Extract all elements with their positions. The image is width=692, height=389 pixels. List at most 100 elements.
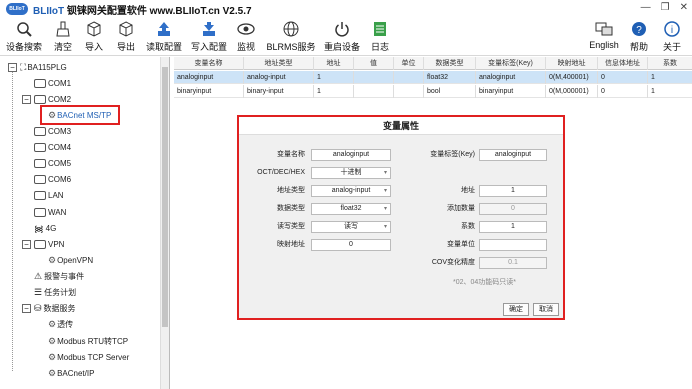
tree-scrollbar[interactable] bbox=[160, 57, 169, 389]
data-type-label: 数据类型 bbox=[277, 205, 305, 212]
tree-item-4g[interactable]: ᯼ 4G bbox=[34, 221, 56, 235]
table-cell bbox=[394, 85, 424, 98]
log-button[interactable]: 日志 bbox=[368, 18, 392, 56]
tree-item-4g-label: 4G bbox=[45, 223, 57, 233]
col-header[interactable]: 变量标签(Key) bbox=[476, 57, 546, 70]
var-key-input[interactable]: analoginput bbox=[479, 149, 547, 161]
upload-arrow-icon bbox=[155, 20, 173, 38]
toolbar: 设备搜索 清空 导入 导出 读取配置 写入配置 监视 BLRMS服务 重启设备 … bbox=[0, 18, 692, 56]
blrms-service-button[interactable]: BLRMS服务 bbox=[264, 18, 318, 56]
window-controls: — ❐ ✕ bbox=[641, 2, 688, 13]
col-header[interactable]: 数据类型 bbox=[424, 57, 476, 70]
col-header[interactable]: 映射地址 bbox=[546, 57, 598, 70]
col-header[interactable]: 地址 bbox=[314, 57, 354, 70]
table-cell: analog-input bbox=[244, 71, 314, 84]
title-bar: BLIIoT BLIIoT 钡铼网关配置软件 www.BLIIoT.cn V2.… bbox=[0, 0, 692, 18]
tree-item-openvpn[interactable]: ⚙ OpenVPN bbox=[48, 253, 93, 267]
cov-input[interactable]: 0.1 bbox=[479, 257, 547, 269]
scrollbar-thumb[interactable] bbox=[162, 67, 168, 327]
col-header[interactable]: 值 bbox=[354, 57, 394, 70]
english-button[interactable]: English bbox=[586, 18, 622, 56]
coef-input[interactable]: 1 bbox=[479, 221, 547, 233]
table-cell: 0(M,000001) bbox=[546, 85, 598, 98]
clear-button[interactable]: 清空 bbox=[50, 18, 76, 56]
col-header[interactable]: 系数 bbox=[648, 57, 692, 70]
col-header[interactable]: 单位 bbox=[394, 57, 424, 70]
restore-button[interactable]: ❐ bbox=[661, 2, 670, 13]
write-config-button[interactable]: 写入配置 bbox=[189, 18, 229, 56]
log-document-icon bbox=[371, 20, 389, 38]
col-header[interactable]: 信息体地址 bbox=[598, 57, 648, 70]
tree-item-com6[interactable]: COM6 bbox=[34, 172, 71, 186]
add-count-input[interactable]: 0 bbox=[479, 203, 547, 215]
about-button[interactable]: i 关于 bbox=[658, 18, 686, 56]
tree-item-wan[interactable]: WAN bbox=[34, 205, 66, 219]
download-arrow-icon bbox=[200, 20, 218, 38]
ok-button[interactable]: 确定 bbox=[503, 303, 529, 316]
tree-item-com2[interactable]: − COM2 bbox=[22, 92, 71, 106]
addr-type-select[interactable]: analog-input ▾ bbox=[311, 185, 391, 197]
table-cell: analoginput bbox=[476, 71, 546, 84]
collapse-icon[interactable]: − bbox=[22, 94, 31, 104]
tree-item-transparent[interactable]: ⚙ 透传 bbox=[48, 317, 73, 331]
minimize-button[interactable]: — bbox=[641, 2, 651, 13]
table-row[interactable]: analoginput analog-input 1 float32 analo… bbox=[174, 71, 692, 84]
monitor-button[interactable]: 监视 bbox=[234, 18, 258, 56]
cancel-button[interactable]: 取消 bbox=[533, 303, 559, 316]
tree-item-modbus-rtu-tcp[interactable]: ⚙ Modbus RTU转TCP bbox=[48, 334, 128, 348]
tree-item-com1[interactable]: COM1 bbox=[34, 76, 71, 90]
language-icon bbox=[595, 20, 613, 38]
octdec-select[interactable]: 十进制 ▾ bbox=[311, 167, 391, 179]
tree-item-root-label: BA115PLG bbox=[27, 62, 67, 72]
close-button[interactable]: ✕ bbox=[680, 2, 688, 13]
chevron-down-icon: ▾ bbox=[383, 170, 387, 176]
var-name-input[interactable]: analoginput bbox=[311, 149, 391, 161]
blrms-service-label: BLRMS服务 bbox=[266, 42, 316, 52]
import-button[interactable]: 导入 bbox=[82, 18, 106, 56]
task-icon: ☰ bbox=[34, 286, 43, 297]
serial-port-icon bbox=[34, 174, 46, 184]
export-label: 导出 bbox=[116, 42, 135, 52]
rw-type-select[interactable]: 读写 ▾ bbox=[311, 221, 391, 233]
data-type-select[interactable]: float32 ▾ bbox=[311, 203, 391, 215]
tree-item-alarm[interactable]: ⚠ 报警与事件 bbox=[34, 269, 84, 283]
tree-item-com5[interactable]: COM5 bbox=[34, 156, 71, 170]
logo-text: BLIIoT bbox=[9, 6, 25, 12]
export-box-icon bbox=[117, 20, 135, 38]
col-header[interactable]: 地址类型 bbox=[244, 57, 314, 70]
tree-item-lan[interactable]: LAN bbox=[34, 188, 64, 202]
serial-port-icon bbox=[34, 94, 46, 104]
unit-input[interactable] bbox=[479, 239, 547, 251]
collapse-icon[interactable]: − bbox=[22, 239, 31, 249]
var-name-label: 变量名称 bbox=[277, 151, 305, 158]
col-header[interactable]: 变量名称 bbox=[174, 57, 244, 70]
table-cell: bool bbox=[424, 85, 476, 98]
tree-item-modbus-rtu-tcp-label: Modbus RTU转TCP bbox=[57, 336, 129, 346]
tree-item-root[interactable]: − ⛶ BA115PLG bbox=[8, 60, 67, 74]
help-button[interactable]: ? 帮助 bbox=[628, 18, 650, 56]
read-config-button[interactable]: 读取配置 bbox=[144, 18, 184, 56]
eye-icon bbox=[237, 20, 255, 38]
protocol-icon: ⚙ bbox=[48, 351, 57, 362]
tree-item-com3[interactable]: COM3 bbox=[34, 124, 71, 138]
reboot-device-button[interactable]: 重启设备 bbox=[322, 18, 362, 56]
tree-item-vpn[interactable]: − VPN bbox=[22, 237, 64, 251]
table-row[interactable]: binaryinput binary-input 1 bool binaryin… bbox=[174, 85, 692, 98]
log-label: 日志 bbox=[370, 42, 389, 52]
map-addr-input[interactable]: 0 bbox=[311, 239, 391, 251]
write-config-label: 写入配置 bbox=[190, 42, 227, 52]
english-label: English bbox=[589, 40, 619, 50]
tree-item-com4[interactable]: COM4 bbox=[34, 140, 71, 154]
table-cell: 0 bbox=[598, 71, 648, 84]
export-button[interactable]: 导出 bbox=[114, 18, 138, 56]
tree-item-modbus-tcp-server[interactable]: ⚙ Modbus TCP Server bbox=[48, 350, 129, 364]
addr-input[interactable]: 1 bbox=[479, 185, 547, 197]
magnifier-icon bbox=[15, 20, 33, 38]
device-search-button[interactable]: 设备搜索 bbox=[4, 18, 44, 56]
tree-item-com1-label: COM1 bbox=[48, 78, 72, 88]
collapse-icon[interactable]: − bbox=[22, 303, 31, 313]
tree-item-bacnet-ip[interactable]: ⚙ BACnet/IP bbox=[48, 366, 94, 380]
tree-item-data-service[interactable]: − ⛁ 数据服务 bbox=[22, 301, 76, 315]
collapse-icon[interactable]: − bbox=[8, 62, 17, 72]
tree-item-task[interactable]: ☰ 任务计划 bbox=[34, 285, 76, 299]
